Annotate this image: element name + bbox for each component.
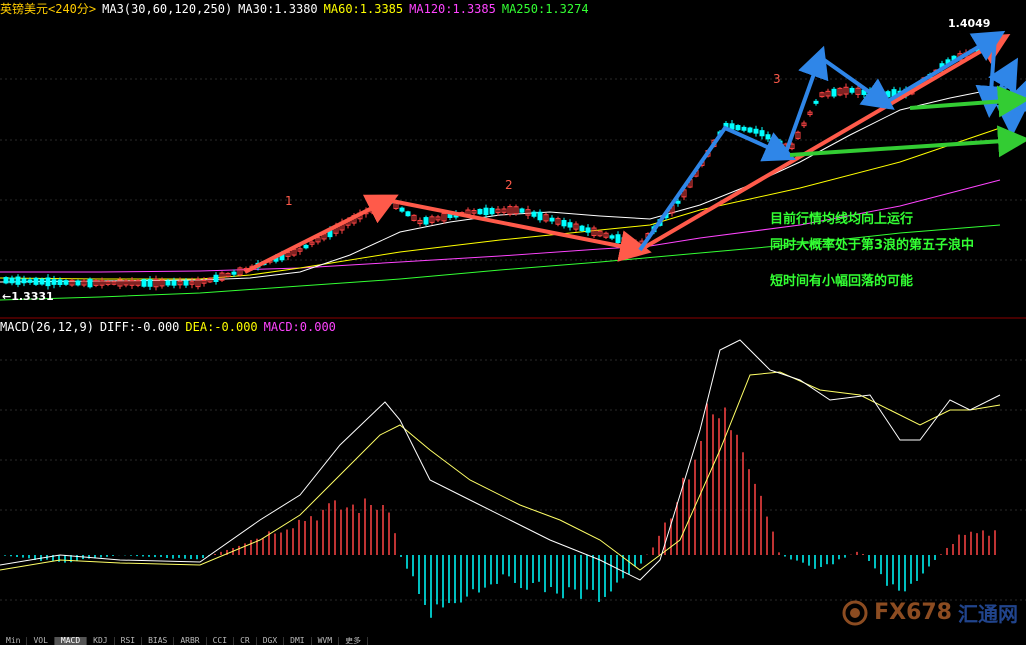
dea-line — [0, 371, 1001, 571]
candle-body — [447, 214, 453, 218]
macd-histogram — [4, 403, 996, 618]
candle-body — [9, 277, 15, 284]
tab-5[interactable]: BIAS — [142, 637, 175, 645]
tab-0[interactable]: Min — [0, 637, 28, 645]
candle-body — [849, 87, 855, 93]
candle-body — [147, 279, 153, 287]
dea-value: DEA:-0.000 — [185, 320, 258, 334]
candle-body — [171, 280, 177, 286]
candle-body — [519, 208, 525, 213]
wave-label-3: 3 — [773, 72, 781, 86]
candle-body — [765, 134, 771, 140]
candle-body — [45, 277, 51, 287]
tab-2[interactable]: MACD — [54, 637, 88, 645]
tab-6[interactable]: ARBR — [174, 637, 207, 645]
candle-body — [15, 276, 21, 285]
candle-body — [759, 130, 765, 137]
candle-body — [813, 100, 819, 104]
candle-body — [141, 279, 147, 287]
candle-body — [21, 278, 27, 284]
wave-label-2: 2 — [505, 178, 513, 192]
candle-body — [735, 125, 741, 131]
note-line-1: 目前行情均线均向上运行 — [770, 212, 914, 227]
candle-body — [3, 277, 9, 284]
candle-body — [615, 234, 621, 244]
candle-body — [579, 225, 585, 231]
tab-7[interactable]: CCI — [207, 637, 235, 645]
candle-body — [489, 208, 495, 215]
indicator-tabs: Min VOL MACD KDJ RSI BIAS ARBR CCI CR DGX DMI WVM 更多 — [0, 637, 1026, 645]
candle-body — [183, 280, 189, 286]
candle-body — [609, 235, 615, 239]
tab-11[interactable]: WVM — [312, 637, 340, 645]
candle-body — [33, 277, 39, 285]
candle-body — [399, 207, 405, 212]
tab-3[interactable]: KDJ — [87, 637, 115, 645]
macd-value: MACD:0.000 — [263, 320, 336, 334]
candle-body — [75, 280, 81, 286]
high-price-label: 1.4049 — [948, 17, 991, 30]
candle-body — [165, 280, 171, 286]
candle-body — [303, 244, 309, 249]
candle-body — [771, 138, 777, 143]
note-line-2: 同时大概率处于第3浪的第五子浪中 — [770, 238, 975, 253]
watermark-cn: 汇通网 — [958, 602, 1018, 626]
candle-body — [483, 207, 489, 216]
candle-body — [477, 208, 483, 215]
tab-9[interactable]: DGX — [257, 637, 285, 645]
note-line-3: 短时间有小幅回落的可能 — [770, 274, 914, 289]
trend-lines-green — [789, 85, 1026, 158]
candle-body — [885, 91, 891, 98]
watermark-logo: FX678 汇通网 — [842, 598, 1018, 627]
candle-body — [531, 211, 537, 217]
candle-body — [777, 140, 783, 148]
candle-body — [831, 88, 837, 97]
macd-panel-header: MACD(26,12,9) DIFF:-0.000 DEA:-0.000 MACD:0… — [0, 320, 1026, 335]
candle-body — [57, 279, 63, 286]
candle-body — [627, 240, 633, 245]
candle-body — [87, 278, 93, 288]
chart-canvas[interactable] — [0, 0, 1026, 637]
candle-body — [63, 280, 69, 285]
candle-body — [561, 219, 567, 227]
candle-body — [585, 227, 591, 233]
tab-12[interactable]: 更多 — [339, 637, 369, 645]
tab-8[interactable]: CR — [234, 637, 257, 645]
candle-body — [621, 237, 627, 244]
wave-label-1: 1 — [285, 194, 293, 208]
candle-body — [747, 127, 753, 133]
tab-1[interactable]: VOL — [27, 637, 55, 645]
candle-body — [27, 279, 33, 283]
candle-body — [51, 279, 57, 285]
tab-10[interactable]: DMI — [284, 637, 312, 645]
watermark-text: FX678 — [874, 600, 952, 625]
candle-body — [39, 278, 45, 285]
candle-body — [741, 126, 747, 131]
candle-body — [231, 271, 237, 275]
candle-body — [213, 274, 219, 282]
candle-body — [549, 217, 555, 222]
candle-body — [405, 211, 411, 217]
diff-value: DIFF:-0.000 — [99, 320, 180, 334]
fx678-logo-icon — [842, 600, 868, 625]
candle-body — [753, 128, 759, 134]
candle-body — [675, 200, 681, 204]
low-price-label: ←1.3331 — [2, 290, 54, 303]
candle-body — [729, 123, 735, 130]
candle-body — [567, 222, 573, 228]
low-price-value: 1.3331 — [11, 290, 54, 303]
candle-body — [423, 217, 429, 225]
macd-params: MACD(26,12,9) — [0, 320, 94, 334]
tab-4[interactable]: RSI — [115, 637, 143, 645]
candle-body — [879, 91, 885, 98]
candle-body — [537, 211, 543, 221]
